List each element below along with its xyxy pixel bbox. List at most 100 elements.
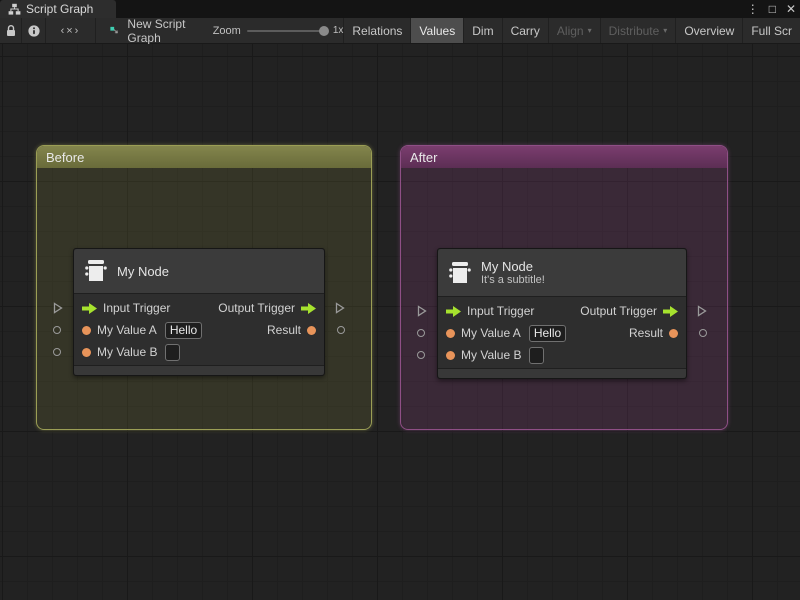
value-port-icon	[82, 326, 91, 335]
trigger-out-icon	[301, 303, 316, 314]
port-row-value-b: My Value B	[438, 344, 686, 366]
graph-icon	[8, 3, 21, 16]
external-trigger-connector[interactable]	[417, 305, 427, 317]
node-subtitle: It's a subtitle!	[481, 274, 545, 287]
port-label: My Value A	[461, 326, 521, 340]
graph-canvas[interactable]: Before After My Node	[0, 44, 800, 600]
tab-script-graph[interactable]: Script Graph	[0, 0, 116, 18]
group-after-header[interactable]: After	[401, 146, 727, 168]
value-port-icon	[669, 329, 678, 338]
lock-icon	[6, 25, 16, 37]
value-b-port[interactable]: My Value B	[446, 347, 544, 364]
node-ports: Input Trigger Output Trigger My Value A	[438, 297, 686, 368]
result-port[interactable]: Result	[629, 326, 678, 340]
relations-button[interactable]: Relations	[344, 18, 411, 43]
group-before-label: Before	[46, 150, 84, 165]
input-trigger-port[interactable]: Input Trigger	[446, 304, 534, 318]
value-a-input[interactable]: Hello	[529, 325, 566, 342]
output-trigger-port[interactable]: Output Trigger	[580, 304, 678, 318]
chevron-down-icon: ▾	[588, 26, 592, 35]
fullscreen-button[interactable]: Full Scr	[743, 18, 800, 43]
new-script-graph-button[interactable]: New Script Graph	[96, 18, 199, 43]
node-my-node-after[interactable]: My Node It's a subtitle! Input Trigger O…	[437, 248, 687, 379]
zoom-slider-handle[interactable]	[319, 26, 329, 36]
port-label: My Value B	[97, 345, 157, 359]
value-a-port[interactable]: My Value A Hello	[82, 322, 202, 339]
value-port-icon	[307, 326, 316, 335]
value-a-input[interactable]: Hello	[165, 322, 202, 339]
tab-title: Script Graph	[26, 2, 93, 16]
value-a-port[interactable]: My Value A Hello	[446, 325, 566, 342]
node-title: My Node	[481, 259, 545, 274]
port-label: My Value B	[461, 348, 521, 362]
port-label: Input Trigger	[103, 301, 170, 315]
script-graph-window: Script Graph ⋮ □ ✕ ‹×›	[0, 0, 800, 600]
input-trigger-port[interactable]: Input Trigger	[82, 301, 170, 315]
value-b-input[interactable]	[529, 347, 544, 364]
chevron-down-icon: ▾	[663, 26, 667, 35]
window-controls: ⋮ □ ✕	[747, 0, 796, 18]
values-button[interactable]: Values	[411, 18, 464, 43]
trigger-in-icon	[446, 306, 461, 317]
external-trigger-connector[interactable]	[53, 302, 63, 314]
lock-button[interactable]	[0, 18, 22, 43]
zoom-label: Zoom	[213, 25, 241, 37]
external-trigger-connector[interactable]	[697, 305, 707, 317]
external-value-connector[interactable]	[699, 329, 707, 337]
unit-icon	[449, 261, 471, 285]
port-row-triggers: Input Trigger Output Trigger	[438, 300, 686, 322]
value-b-port[interactable]: My Value B	[82, 344, 180, 361]
maximize-icon[interactable]: □	[769, 0, 776, 18]
external-value-connector[interactable]	[53, 348, 61, 356]
output-trigger-port[interactable]: Output Trigger	[218, 301, 316, 315]
align-button[interactable]: Align ▾	[549, 18, 601, 43]
port-label: Result	[267, 323, 301, 337]
zoom-control: Zoom 1x	[199, 18, 345, 43]
node-footer	[74, 365, 324, 375]
distribute-button[interactable]: Distribute ▾	[601, 18, 677, 43]
node-my-node-before[interactable]: My Node Input Trigger Output Trigger	[73, 248, 325, 376]
port-row-triggers: Input Trigger Output Trigger	[74, 297, 324, 319]
node-footer	[438, 368, 686, 378]
close-icon[interactable]: ✕	[786, 0, 796, 18]
group-after-label: After	[410, 150, 437, 165]
distribute-label: Distribute	[609, 24, 660, 38]
overview-button[interactable]: Overview	[676, 18, 743, 43]
value-port-icon	[446, 351, 455, 360]
info-button[interactable]	[22, 18, 46, 43]
group-before-header[interactable]: Before	[37, 146, 371, 168]
unit-icon	[85, 259, 107, 283]
code-view-button[interactable]: ‹×›	[46, 18, 96, 43]
tab-bar: Script Graph ⋮ □ ✕	[0, 0, 800, 18]
node-title: My Node	[117, 264, 169, 279]
external-value-connector[interactable]	[417, 329, 425, 337]
port-row-value-a: My Value A Hello Result	[74, 319, 324, 341]
trigger-in-icon	[82, 303, 97, 314]
value-port-icon	[446, 329, 455, 338]
node-header[interactable]: My Node It's a subtitle!	[438, 249, 686, 297]
node-ports: Input Trigger Output Trigger My Value A	[74, 294, 324, 365]
carry-button[interactable]: Carry	[503, 18, 549, 43]
external-trigger-connector[interactable]	[335, 302, 345, 314]
dim-button[interactable]: Dim	[464, 18, 502, 43]
value-port-icon	[82, 348, 91, 357]
external-value-connector[interactable]	[337, 326, 345, 334]
result-port[interactable]: Result	[267, 323, 316, 337]
zoom-slider[interactable]	[247, 30, 327, 32]
port-label: Output Trigger	[218, 301, 295, 315]
trigger-out-icon	[663, 306, 678, 317]
zoom-value: 1x	[333, 25, 344, 36]
external-value-connector[interactable]	[417, 351, 425, 359]
port-label: My Value A	[97, 323, 157, 337]
node-header[interactable]: My Node	[74, 249, 324, 294]
port-label: Result	[629, 326, 663, 340]
value-b-input[interactable]	[165, 344, 180, 361]
code-view-icon: ‹×›	[61, 25, 81, 37]
port-row-value-b: My Value B	[74, 341, 324, 363]
port-label: Input Trigger	[467, 304, 534, 318]
window-menu-icon[interactable]: ⋮	[747, 0, 759, 18]
new-script-graph-icon	[110, 25, 121, 37]
external-value-connector[interactable]	[53, 326, 61, 334]
graph-toolbar: ‹×› New Script Graph Zoom 1x Relations V…	[0, 18, 800, 44]
info-icon	[28, 25, 40, 37]
